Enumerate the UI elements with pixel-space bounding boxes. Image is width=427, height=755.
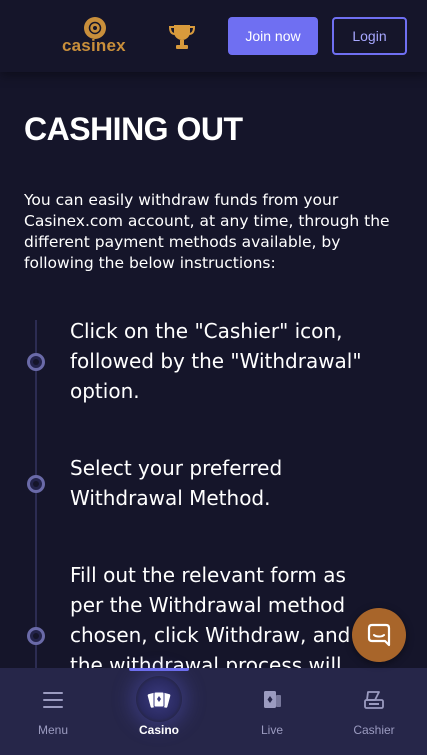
page-title: CASHING OUT	[24, 111, 243, 147]
intro-paragraph: You can easily withdraw funds from your …	[24, 191, 390, 272]
nav-label: Cashier	[353, 723, 395, 737]
logo-text: casinex	[62, 36, 126, 55]
chat-support-button[interactable]	[352, 608, 406, 662]
join-now-button[interactable]: Join now	[228, 17, 318, 55]
casinex-logo[interactable]: casinex	[60, 17, 132, 57]
nav-label: Casino	[138, 723, 179, 737]
trophy-icon[interactable]	[168, 22, 196, 52]
nav-item-menu[interactable]: Menu	[0, 668, 106, 755]
chat-bubble-icon	[367, 623, 391, 647]
nav-item-casino[interactable]: Casino	[106, 668, 212, 755]
menu-icon	[41, 688, 65, 712]
bottom-navigation: Menu Casino Live Cashier	[0, 668, 427, 755]
step-text: Fill out the relevant form as per the Wi…	[70, 563, 351, 677]
step-text: Click on the "Cashier" icon, followed by…	[70, 319, 362, 403]
nav-label: Live	[260, 723, 283, 737]
timeline-dot-icon	[27, 475, 45, 493]
live-cards-icon	[260, 688, 284, 712]
nav-item-cashier[interactable]: Cashier	[321, 668, 427, 755]
cashier-icon	[362, 688, 386, 712]
nav-label: Menu	[37, 723, 69, 737]
active-indicator	[129, 668, 189, 671]
casino-cards-icon	[147, 688, 171, 712]
site-header: casinex Join now Login	[0, 0, 427, 72]
nav-item-live[interactable]: Live	[219, 668, 325, 755]
timeline-dot-icon	[27, 627, 45, 645]
timeline-dot-icon	[27, 353, 45, 371]
step-text: Select your preferred Withdrawal Method.	[70, 456, 283, 510]
login-button[interactable]: Login	[332, 17, 407, 55]
